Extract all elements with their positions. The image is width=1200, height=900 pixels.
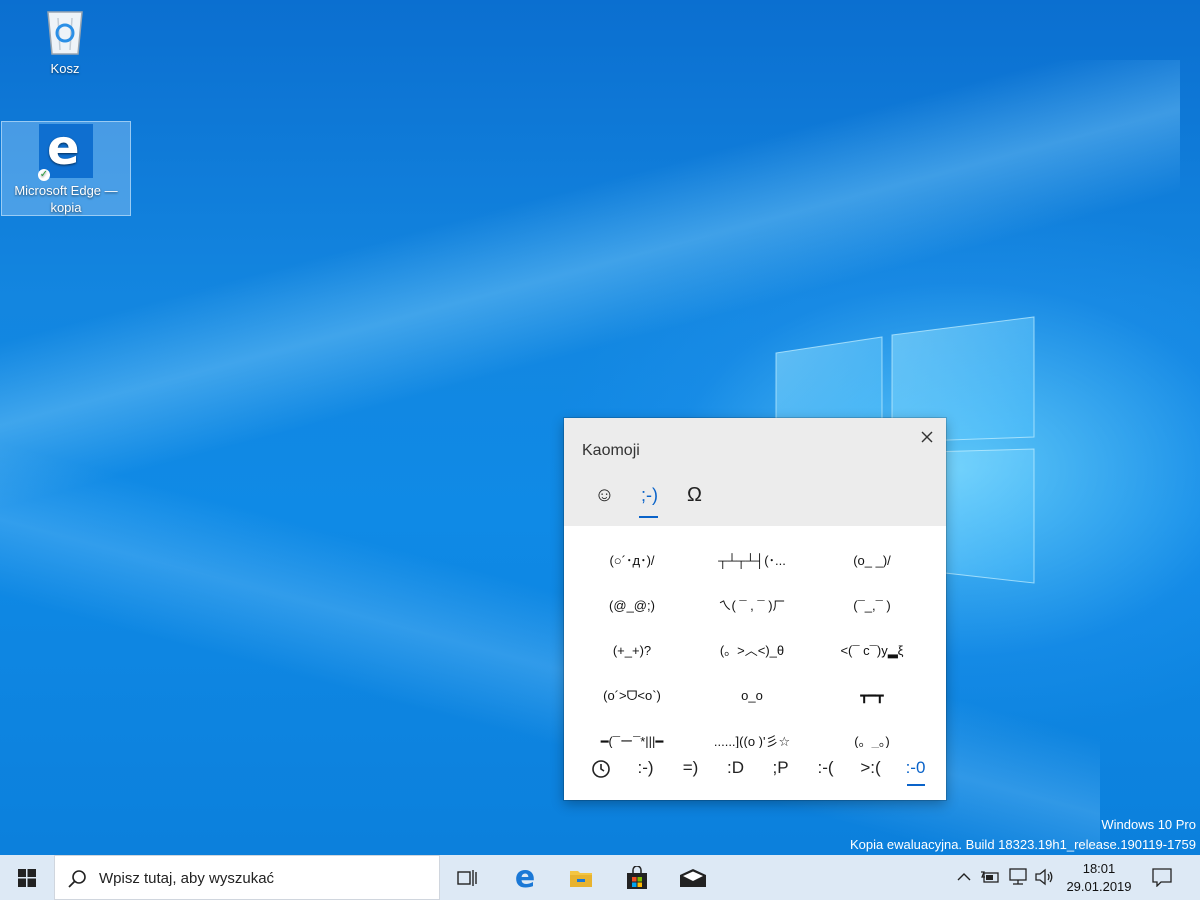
action-center-button[interactable] (1152, 867, 1172, 887)
panel-title: Kaomoji (582, 442, 640, 459)
taskbar-store-button[interactable] (613, 855, 661, 900)
kaomoji-item[interactable]: ㄟ( ¯ , ¯ )ㄏ (692, 586, 812, 626)
battery-icon (981, 871, 999, 883)
desktop-icon-edge-copy[interactable]: e ✓ Microsoft Edge — kopia (1, 120, 131, 216)
kaomoji-item[interactable]: ......]((o )'彡☆ (692, 722, 812, 748)
smiley-icon: ☺ (594, 484, 615, 506)
taskbar-mail-button[interactable] (669, 855, 717, 900)
tab-emoji[interactable]: ☺ (582, 480, 627, 518)
chevron-up-icon (957, 873, 971, 881)
watermark-build: Kopia ewaluacyjna. Build 18323.19h1_rele… (850, 837, 1196, 852)
kaomoji-panel: Kaomoji ☺ ;-) Ω (○´･д･)/ ┬┴┬┴┤(･... (o_ … (564, 418, 946, 800)
desktop-icon-recycle-bin[interactable]: Kosz (0, 6, 130, 77)
volume-button[interactable] (1034, 867, 1054, 887)
kaomoji-item[interactable]: (。>︿<)_θ (692, 631, 812, 671)
kaomoji-item[interactable]: (。_。) (812, 722, 932, 748)
tab-angry[interactable]: >:( (848, 750, 893, 790)
tab-kaomoji[interactable]: ;-) (627, 480, 672, 518)
category-tabs: ☺ ;-) Ω (582, 480, 717, 518)
desktop-background: Kosz e ✓ Microsoft Edge — kopia Windows … (0, 0, 1200, 855)
tab-symbols[interactable]: Ω (672, 480, 717, 518)
kaomoji-item[interactable]: ┳━┳ (812, 676, 932, 716)
recent-clock-icon (591, 760, 610, 778)
network-button[interactable] (1008, 867, 1028, 887)
tab-kaomoji-label: ;-) (641, 485, 658, 505)
kaomoji-item[interactable]: (○´･д･)/ (572, 541, 692, 581)
store-icon (627, 865, 647, 889)
kaomoji-item[interactable]: (o´>ᗜ<o`) (572, 676, 692, 716)
desktop-icon-label: Kosz (50, 61, 80, 76)
desktop-icon-label: Microsoft Edge — kopia (14, 183, 118, 215)
show-hidden-icons-button[interactable] (954, 867, 974, 887)
task-view-button[interactable] (443, 855, 491, 900)
edge-icon: e (514, 859, 536, 895)
taskbar-clock[interactable]: 18:01 29.01.2019 (1062, 860, 1136, 896)
panel-header: Kaomoji ☺ ;-) Ω (564, 418, 946, 526)
start-button[interactable] (0, 855, 54, 900)
windows-start-icon (18, 868, 36, 887)
tab-greeting[interactable]: =) (668, 750, 713, 790)
action-center-icon (1152, 868, 1172, 887)
tab-sad[interactable]: :-( (803, 750, 848, 790)
battery-button[interactable] (980, 867, 1000, 887)
clock-time: 18:01 (1082, 861, 1116, 876)
sync-check-icon: ✓ (38, 169, 50, 181)
tab-surprised[interactable]: :-0 (893, 750, 938, 790)
file-explorer-icon (570, 870, 592, 887)
kaomoji-item[interactable]: (@_@;) (572, 586, 692, 626)
task-view-icon (457, 869, 477, 886)
mail-icon (680, 868, 706, 887)
tab-playful[interactable]: ;P (758, 750, 803, 790)
kaomoji-item[interactable]: o_o (692, 676, 812, 716)
kaomoji-item[interactable]: (o_ _)/ (812, 541, 932, 581)
kaomoji-item[interactable]: ━(¯ー¯*|||━ (572, 722, 692, 748)
taskbar-explorer-button[interactable] (557, 855, 605, 900)
recycle-bin-icon (47, 11, 83, 55)
kaomoji-item[interactable]: (+_+)? (572, 631, 692, 671)
search-placeholder: Wpisz tutaj, aby wyszukać (99, 870, 275, 887)
tab-happy[interactable]: :-) (623, 750, 668, 790)
omega-symbol-icon: Ω (687, 484, 702, 506)
kaomoji-grid: (○´･д･)/ ┬┴┬┴┤(･... (o_ _)/ (@_@;) ㄟ( ¯ … (564, 526, 946, 748)
kaomoji-subcategory-tabs: :-) =) :D ;P :-( >:( :-0 (578, 750, 938, 790)
watermark-edition: Windows 10 Pro (1101, 817, 1196, 832)
taskbar-search-box[interactable]: Wpisz tutaj, aby wyszukać (54, 855, 440, 900)
tab-recent[interactable] (578, 750, 623, 790)
search-icon (68, 870, 86, 888)
clock-date: 29.01.2019 (1066, 879, 1132, 894)
taskbar-edge-button[interactable]: e (501, 855, 549, 900)
taskbar: Wpisz tutaj, aby wyszukać e 18:01 29.01.… (0, 855, 1200, 900)
close-icon[interactable] (918, 428, 936, 446)
kaomoji-item[interactable]: (¯_,¯ ) (812, 586, 932, 626)
kaomoji-item[interactable]: ┬┴┬┴┤(･... (692, 541, 812, 581)
edge-shortcut-icon: e ✓ (38, 120, 93, 181)
network-icon (1009, 868, 1027, 885)
tab-laughing[interactable]: :D (713, 750, 758, 790)
kaomoji-item[interactable]: <(¯ c¯)y▂ξ (812, 631, 932, 671)
volume-icon (1035, 868, 1053, 886)
